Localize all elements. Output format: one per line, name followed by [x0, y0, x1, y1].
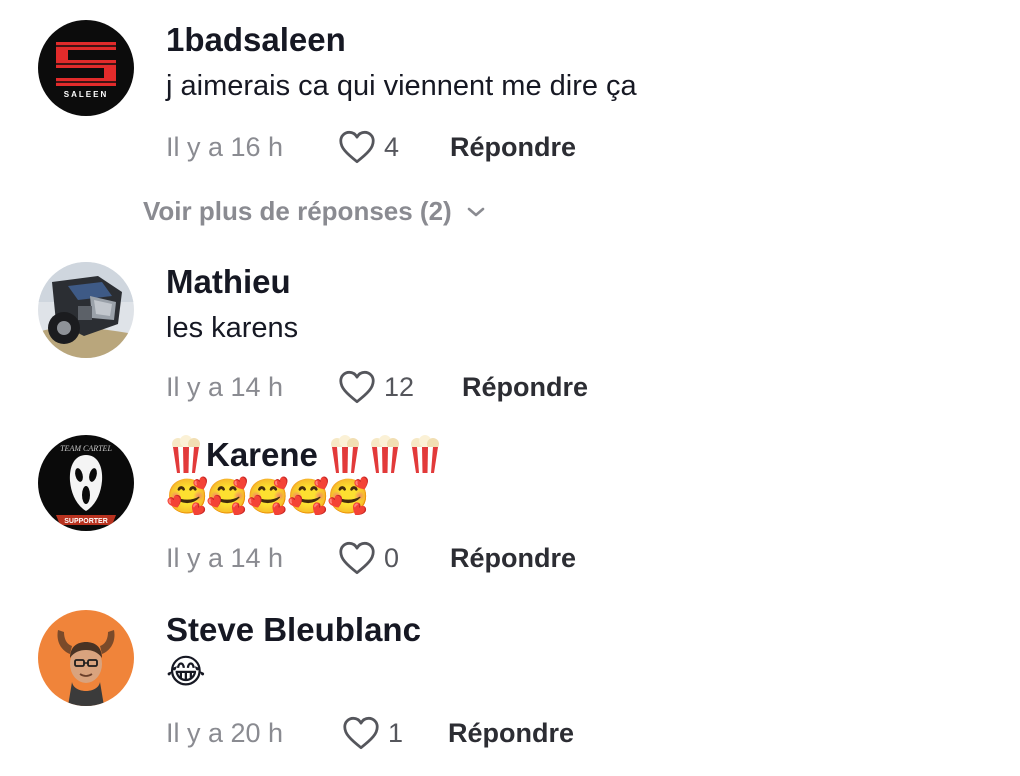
like-count: 1 — [388, 717, 404, 748]
like-count: 12 — [384, 371, 415, 402]
comment-text: les karens — [166, 312, 299, 344]
comment-username[interactable]: Steve Bleublanc — [166, 610, 998, 650]
heart-outline-icon — [339, 541, 375, 575]
heart-outline-icon — [343, 716, 379, 750]
view-more-replies-label: Voir plus de réponses (2) — [143, 196, 452, 226]
comment-meta: Il y a 14 h 0 Répondre — [166, 541, 576, 575]
motorcycle-photo-icon — [38, 262, 134, 358]
reply-button[interactable]: Répondre — [448, 718, 574, 749]
profile-photo-icon — [38, 610, 134, 706]
chevron-down-icon — [467, 207, 485, 216]
avatar[interactable] — [38, 610, 134, 706]
popcorn-icon — [408, 435, 442, 475]
comment-text: 🥰🥰🥰🥰🥰 — [166, 477, 370, 517]
comment-body: 1badsaleen j aimerais ca qui viennent me… — [166, 20, 998, 106]
heart-outline-icon — [339, 130, 375, 164]
like-count: 0 — [384, 542, 400, 573]
comment-time: Il y a 16 h — [166, 131, 284, 162]
ghostface-logo-icon: TEAM CARTEL SUPPORTER — [38, 435, 134, 531]
like-count: 4 — [384, 131, 400, 162]
reply-button[interactable]: Répondre — [450, 543, 576, 574]
comment-time: Il y a 14 h — [166, 542, 284, 573]
svg-text:SUPPORTER: SUPPORTER — [64, 518, 108, 525]
comment-meta: Il y a 14 h 12 Répondre — [166, 370, 588, 404]
svg-text:SALEEN: SALEEN — [64, 90, 108, 99]
comment-username[interactable]: Karene — [166, 435, 998, 475]
comment-username-text: Karene — [206, 436, 318, 473]
popcorn-icon — [169, 435, 203, 475]
comment-body: Karene 🥰🥰🥰🥰🥰 — [166, 435, 998, 517]
comment-text: 😂 — [166, 652, 206, 692]
comment-meta: Il y a 16 h 4 Répondre — [166, 130, 576, 164]
saleen-logo-icon: SALEEN — [38, 20, 134, 116]
like-button[interactable]: 12 — [338, 370, 462, 404]
svg-text:TEAM CARTEL: TEAM CARTEL — [60, 444, 112, 453]
avatar[interactable] — [38, 262, 134, 358]
reply-button[interactable]: Répondre — [462, 372, 588, 403]
popcorn-icon — [328, 435, 362, 475]
comment-body: Steve Bleublanc 😂 — [166, 610, 998, 692]
avatar[interactable]: SALEEN — [38, 20, 134, 116]
comment-username[interactable]: 1badsaleen — [166, 20, 998, 60]
heart-outline-icon — [339, 370, 375, 404]
comment-body: Mathieu les karens — [166, 262, 998, 348]
comment-time: Il y a 14 h — [166, 371, 284, 402]
like-button[interactable]: 0 — [338, 541, 450, 575]
reply-button[interactable]: Répondre — [450, 132, 576, 163]
avatar[interactable]: TEAM CARTEL SUPPORTER — [38, 435, 134, 531]
comment-time: Il y a 20 h — [166, 717, 284, 748]
popcorn-icon — [368, 435, 402, 475]
like-button[interactable]: 1 — [342, 716, 448, 750]
comment-meta: Il y a 20 h 1 Répondre — [166, 716, 574, 750]
comment-text: j aimerais ca qui viennent me dire ça — [166, 70, 637, 102]
comment-username[interactable]: Mathieu — [166, 262, 998, 302]
like-button[interactable]: 4 — [338, 130, 450, 164]
view-more-replies-button[interactable]: Voir plus de réponses (2) — [143, 196, 486, 227]
